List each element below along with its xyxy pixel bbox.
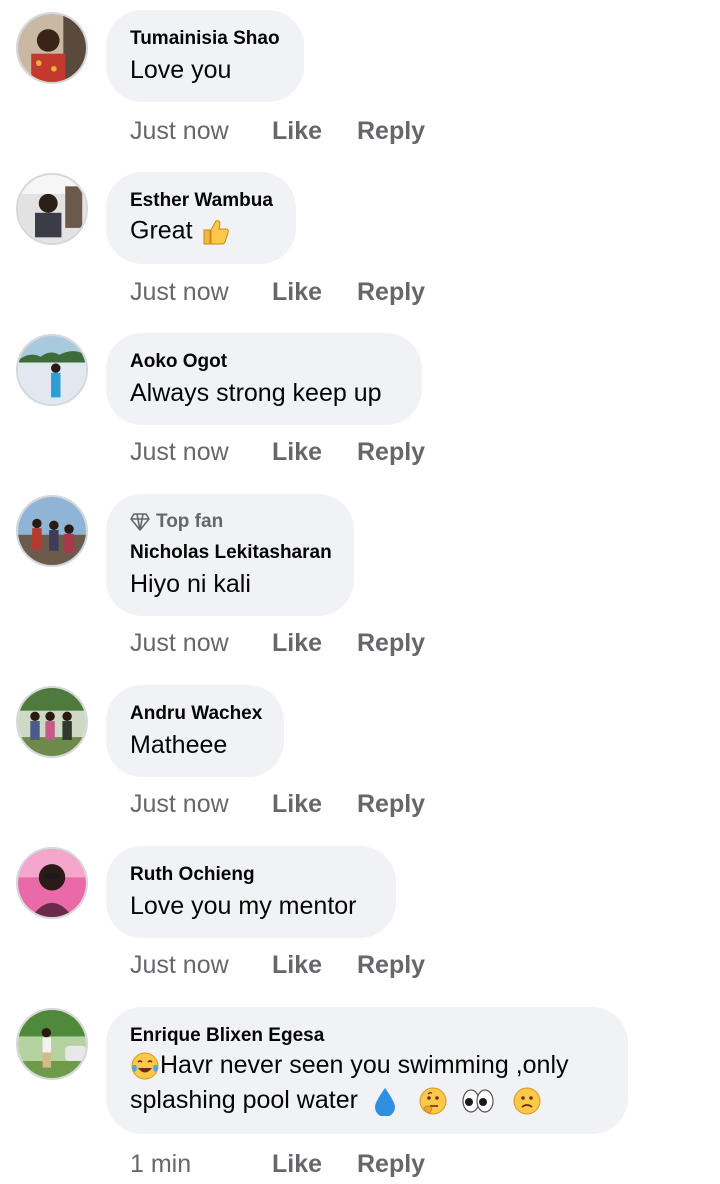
comment-bubble: Aoko Ogot Always strong keep up — [106, 333, 422, 425]
like-button[interactable]: Like — [272, 790, 322, 819]
comment-author[interactable]: Nicholas Lekitasharan — [130, 542, 332, 564]
reply-button[interactable]: Reply — [357, 117, 425, 146]
comment-text: Hiyo ni kali — [130, 570, 251, 598]
comment-text-content: splashing pool water — [130, 1086, 358, 1114]
comment-text: Matheee — [130, 731, 228, 759]
comment-bubble: Tumainisia Shao Love you — [106, 10, 304, 102]
comment-text-line: Havr never seen you swimming ,only — [130, 1051, 569, 1081]
like-button[interactable]: Like — [272, 278, 322, 307]
comment-text: Always strong keep up — [130, 379, 382, 407]
eyes-icon — [462, 1089, 494, 1113]
like-button[interactable]: Like — [272, 117, 322, 146]
confused-face-icon — [513, 1087, 541, 1115]
diamond-icon — [130, 513, 150, 531]
droplet-icon — [374, 1088, 395, 1117]
thumbs-up-icon — [203, 220, 230, 245]
comment-author[interactable]: Enrique Blixen Egesa — [130, 1025, 324, 1047]
badge-label: Top fan — [156, 511, 224, 532]
comment-text: Great — [130, 216, 231, 248]
comment-bubble: Ruth Ochieng Love you my mentor — [106, 846, 396, 938]
comment-author[interactable]: Aoko Ogot — [130, 351, 227, 373]
like-button[interactable]: Like — [272, 629, 322, 658]
tears-of-joy-icon — [131, 1052, 159, 1080]
avatar[interactable] — [16, 495, 88, 567]
top-fan-badge: Top fan — [130, 511, 223, 533]
comment-bubble: Esther Wambua Great — [106, 172, 296, 264]
avatar[interactable] — [16, 334, 88, 406]
reply-button[interactable]: Reply — [357, 951, 425, 980]
like-button[interactable]: Like — [272, 951, 322, 980]
reply-button[interactable]: Reply — [357, 438, 425, 467]
reply-button[interactable]: Reply — [357, 629, 425, 658]
like-button[interactable]: Like — [272, 438, 322, 467]
reply-button[interactable]: Reply — [357, 1150, 425, 1179]
avatar[interactable] — [16, 1008, 88, 1080]
comment-author[interactable]: Ruth Ochieng — [130, 864, 255, 886]
like-button[interactable]: Like — [272, 1150, 322, 1179]
comment-author[interactable]: Esther Wambua — [130, 190, 273, 212]
comment-author[interactable]: Tumainisia Shao — [130, 28, 280, 50]
comment-timestamp[interactable]: Just now — [130, 951, 229, 980]
comment-bubble: Top fan Nicholas Lekitasharan Hiyo ni ka… — [106, 494, 354, 616]
avatar[interactable] — [16, 12, 88, 84]
comment-bubble: Enrique Blixen Egesa Havr never seen you… — [106, 1007, 628, 1134]
comment-text-content: Great — [130, 216, 193, 245]
comment-text: Love you — [130, 56, 232, 84]
comment-text-content: Havr never seen you swimming ,only — [160, 1051, 569, 1079]
comment-author[interactable]: Andru Wachex — [130, 703, 262, 725]
comment-timestamp[interactable]: Just now — [130, 790, 229, 819]
comment-timestamp[interactable]: Just now — [130, 278, 229, 307]
avatar[interactable] — [16, 847, 88, 919]
avatar[interactable] — [16, 173, 88, 245]
reply-button[interactable]: Reply — [357, 278, 425, 307]
comment-timestamp[interactable]: Just now — [130, 629, 229, 658]
comment-timestamp[interactable]: 1 min — [130, 1150, 191, 1179]
comment-text: Love you my mentor — [130, 892, 357, 920]
comment-timestamp[interactable]: Just now — [130, 438, 229, 467]
comment-bubble: Andru Wachex Matheee — [106, 685, 284, 777]
thinking-face-icon — [419, 1087, 447, 1115]
comment-timestamp[interactable]: Just now — [130, 117, 229, 146]
avatar[interactable] — [16, 686, 88, 758]
reply-button[interactable]: Reply — [357, 790, 425, 819]
comment-text-line: splashing pool water — [130, 1086, 542, 1117]
